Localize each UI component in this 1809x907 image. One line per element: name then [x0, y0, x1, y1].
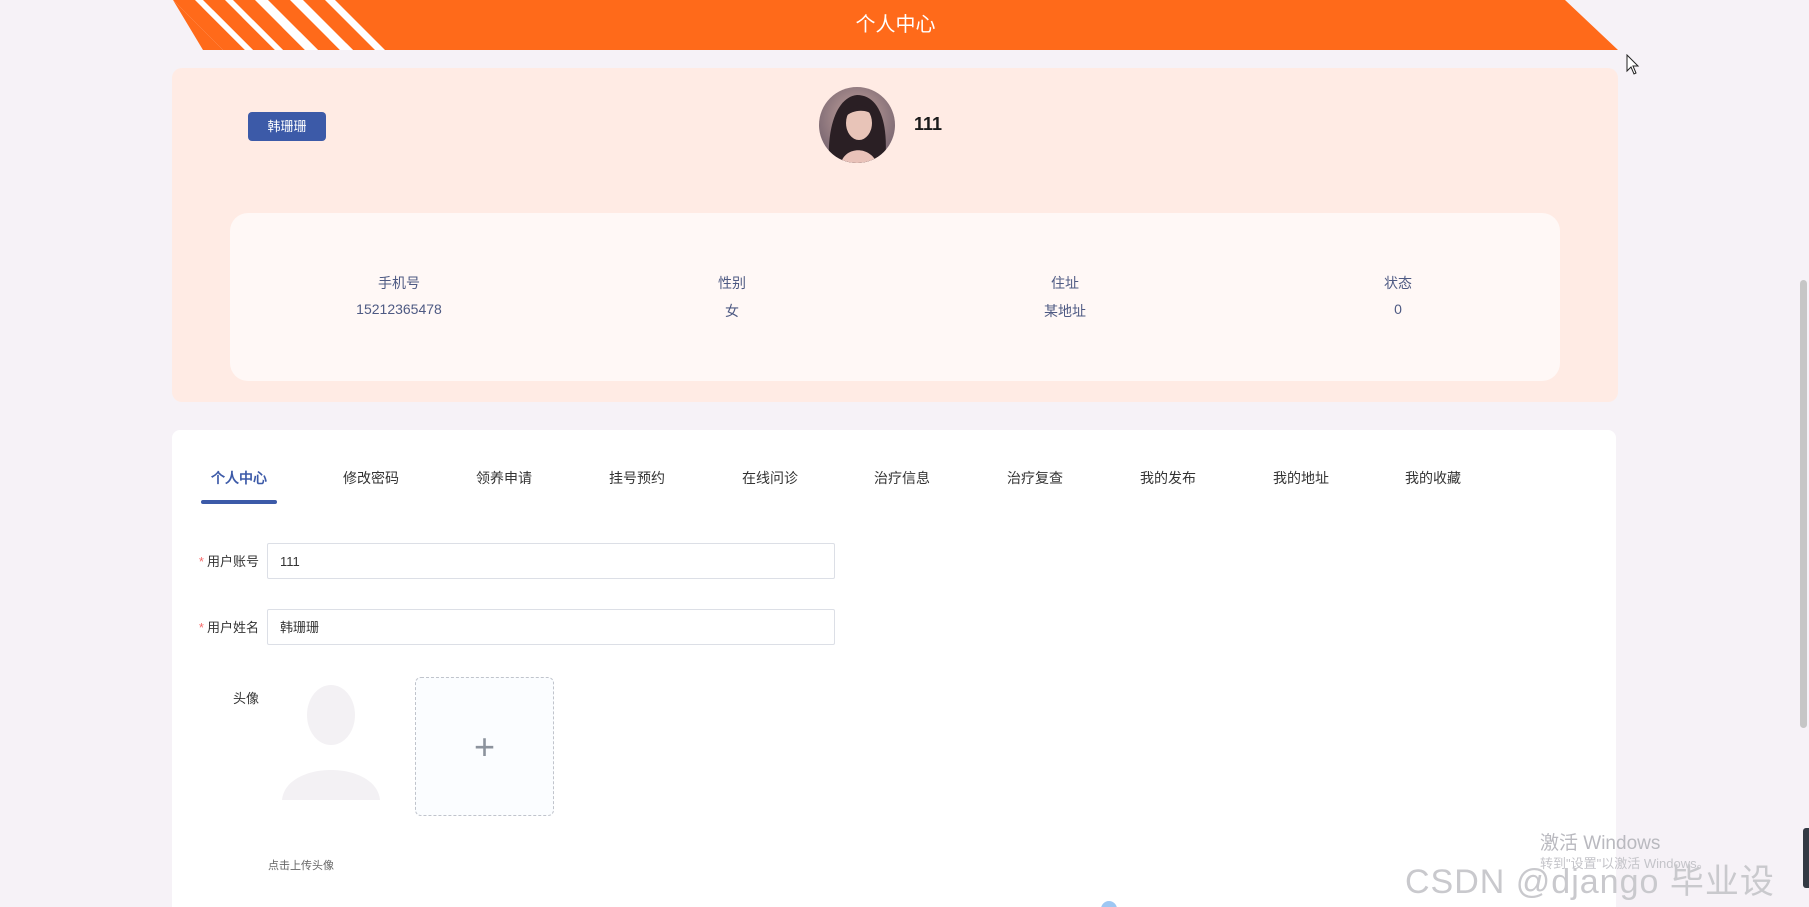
tab-change-password[interactable]: 修改密码	[316, 468, 426, 488]
page-banner: 个人中心	[173, 0, 1618, 50]
profile-card: 韩珊珊 111 手机号 15212365478 性别 女 住址 某地址 状态 0	[172, 68, 1618, 402]
avatar[interactable]	[819, 87, 895, 163]
tab-my-posts[interactable]: 我的发布	[1113, 468, 1223, 488]
tab-bar: 个人中心 修改密码 领养申请 挂号预约 在线问诊 治疗信息 治疗复查 我的发布 …	[172, 430, 1616, 520]
csdn-watermark: CSDN @django 毕业设计	[1405, 863, 1775, 901]
avatar-photo	[819, 87, 895, 163]
tab-adoption[interactable]: 领养申请	[449, 468, 559, 488]
account-input[interactable]: 111	[267, 543, 835, 579]
mouse-cursor-icon	[1626, 54, 1640, 75]
upload-hint: 点击上传头像	[268, 860, 334, 872]
info-value: 某地址	[1044, 303, 1086, 319]
info-label: 住址	[1051, 275, 1079, 291]
info-value: 0	[1394, 301, 1402, 317]
plus-icon: +	[473, 726, 496, 767]
name-label-text: 用户姓名	[206, 620, 259, 635]
tab-profile[interactable]: 个人中心	[184, 468, 294, 488]
username-display: 111	[914, 114, 943, 134]
name-label: * 用户姓名	[172, 609, 259, 647]
name-row: * 用户姓名 韩珊珊	[172, 609, 872, 647]
account-label-text: 用户账号	[206, 554, 259, 569]
info-panel: 手机号 15212365478 性别 女 住址 某地址 状态 0	[230, 213, 1560, 381]
active-tab-indicator	[201, 500, 277, 504]
name-badge: 韩珊珊	[248, 112, 326, 141]
tab-treatment[interactable]: 治疗信息	[847, 468, 957, 488]
info-label: 性别	[718, 275, 746, 291]
name-input[interactable]: 韩珊珊	[267, 609, 835, 645]
tab-recheck[interactable]: 治疗复查	[980, 468, 1090, 488]
required-mark: *	[198, 620, 204, 635]
tab-favorites[interactable]: 我的收藏	[1378, 468, 1488, 488]
info-label: 状态	[1384, 275, 1412, 291]
tab-consultation[interactable]: 在线问诊	[715, 468, 825, 488]
info-value: 女	[725, 303, 739, 319]
required-mark: *	[198, 554, 204, 569]
avatar-label: 头像	[232, 691, 259, 706]
avatar-upload[interactable]: +	[415, 677, 554, 816]
tab-my-address[interactable]: 我的地址	[1246, 468, 1356, 488]
avatar-preview-image	[282, 685, 380, 800]
scrollbar-thumb[interactable]	[1800, 280, 1807, 728]
avatar-preview	[272, 670, 390, 800]
account-row: * 用户账号 111	[172, 543, 872, 581]
info-value: 15212365478	[356, 301, 442, 317]
windows-activation-watermark: 激活 Windows	[1540, 833, 1661, 854]
page-title: 个人中心	[855, 14, 936, 36]
info-label: 手机号	[378, 275, 420, 291]
tab-appointment[interactable]: 挂号预约	[582, 468, 692, 488]
account-label: * 用户账号	[172, 543, 259, 581]
form-card: 个人中心 修改密码 领养申请 挂号预约 在线问诊 治疗信息 治疗复查 我的发布 …	[172, 430, 1616, 907]
